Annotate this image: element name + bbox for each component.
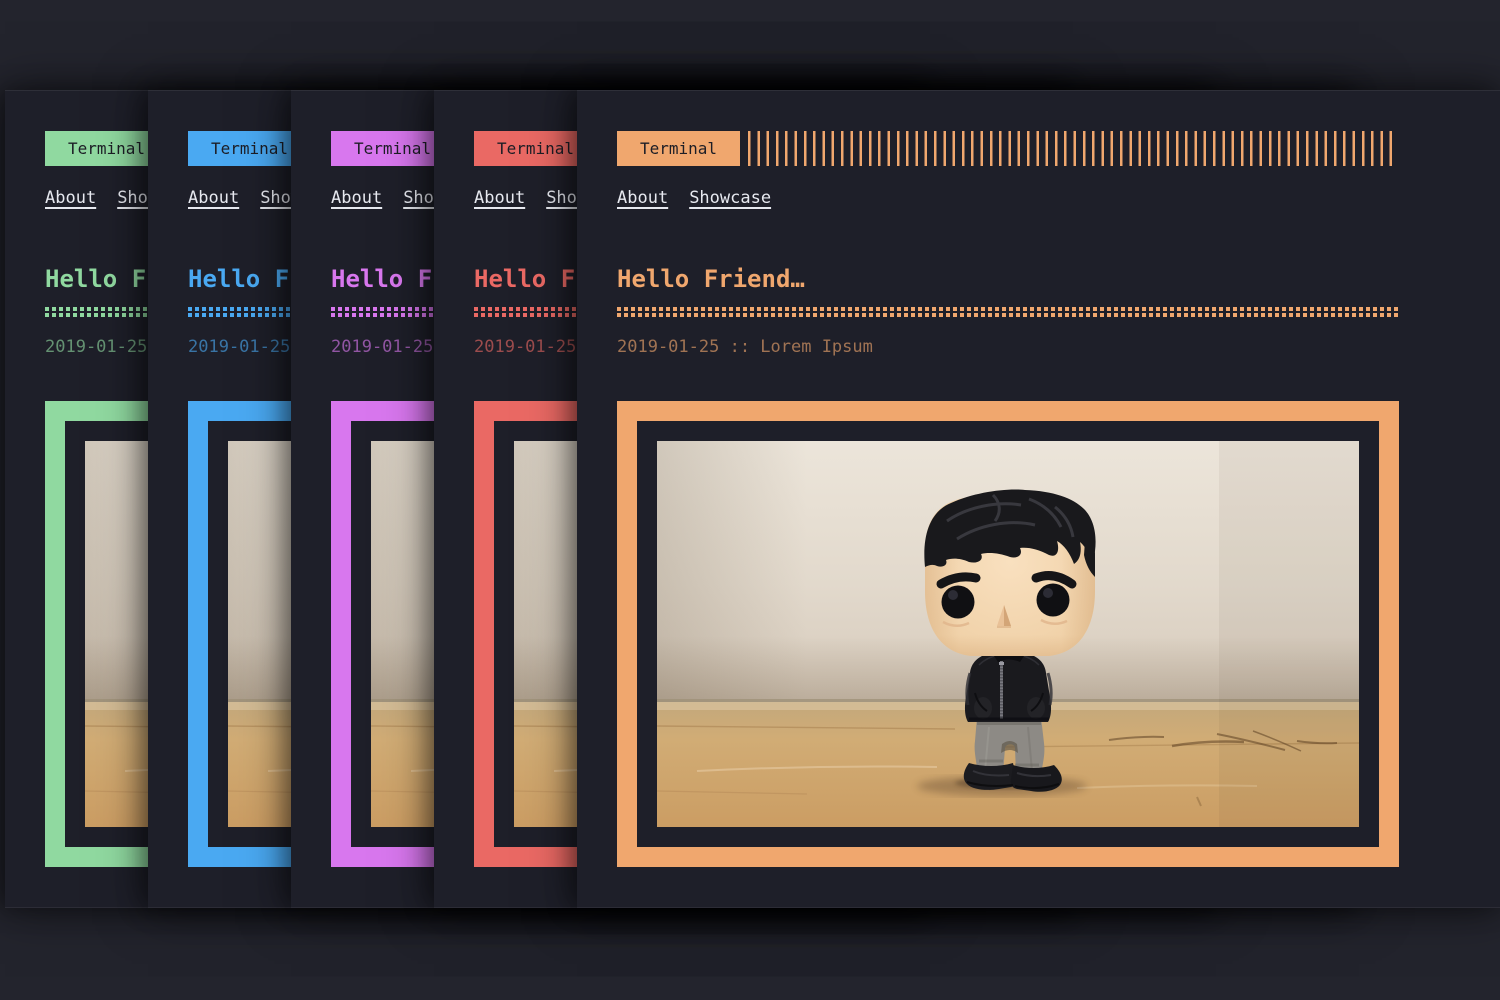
- site-header: Terminal: [617, 131, 1399, 166]
- header-decoration-bars: [748, 131, 1399, 166]
- funko-pop-photo: [657, 441, 1359, 827]
- nav-link-about[interactable]: About: [188, 187, 239, 209]
- nav-link-about[interactable]: About: [331, 187, 382, 209]
- nav-link-about[interactable]: About: [45, 187, 96, 209]
- theme-card-orange: Terminal About Showcase Hello Friend… 20…: [577, 90, 1500, 908]
- site-logo[interactable]: Terminal: [617, 131, 740, 166]
- nav-link-showcase[interactable]: Showcase: [689, 187, 771, 209]
- nav-link-about[interactable]: About: [617, 187, 668, 209]
- post-meta: 2019-01-25 :: Lorem Ipsum: [617, 337, 1399, 357]
- post-image-frame: [617, 401, 1399, 867]
- site-nav: About Showcase: [617, 187, 1399, 209]
- nav-link-about[interactable]: About: [474, 187, 525, 209]
- post-title: Hello Friend…: [617, 265, 1399, 293]
- post-title-divider: [617, 307, 1399, 317]
- card-content: Terminal About Showcase Hello Friend… 20…: [577, 131, 1439, 867]
- theme-variants-stage: Terminal About Showcase Hello Friend… 20…: [0, 0, 1500, 1000]
